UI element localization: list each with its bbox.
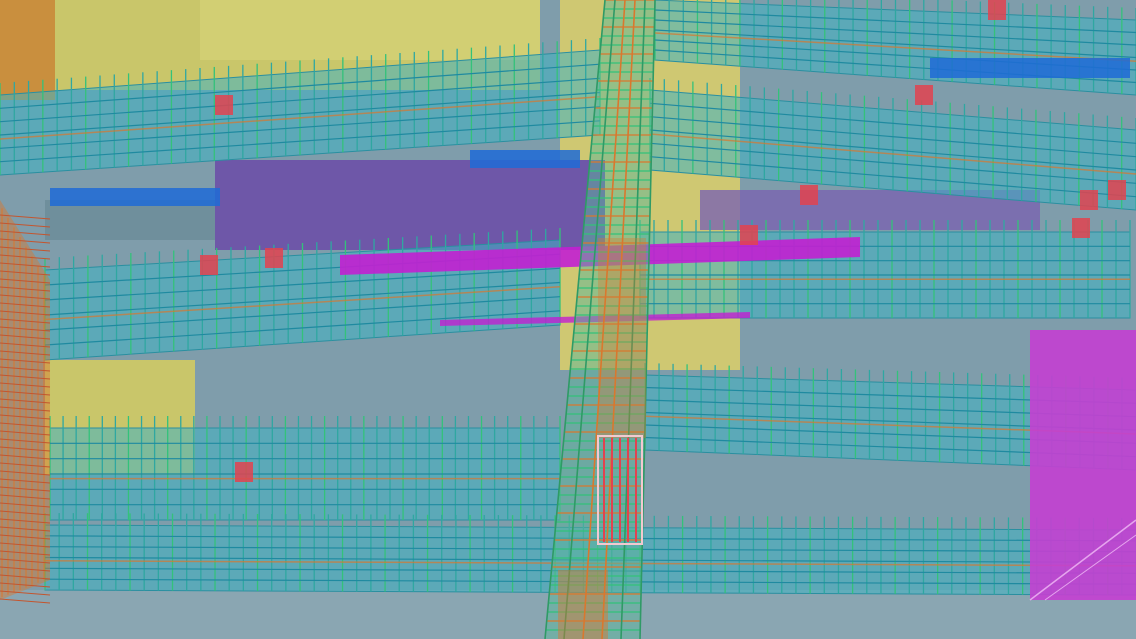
- embed-plate: [1072, 218, 1090, 238]
- column-lap-zone: [598, 238, 646, 438]
- embed-plate: [235, 462, 253, 482]
- blue-strip-center: [470, 150, 580, 168]
- violet-slab-zone: [215, 160, 605, 250]
- yellow-slab-zone-top: [200, 0, 540, 60]
- embed-plate: [740, 225, 758, 245]
- rebar-3d-model-view[interactable]: [0, 0, 1136, 639]
- beam-lower-left[interactable]: [49, 416, 561, 521]
- embed-plate: [1080, 190, 1098, 210]
- embed-plate: [1108, 180, 1126, 200]
- beam-middle-right[interactable]: [639, 220, 1131, 319]
- embed-plate: [988, 0, 1006, 20]
- embed-plate: [215, 95, 233, 115]
- orange-zone-top-left: [0, 0, 55, 100]
- blue-strip-left: [50, 188, 220, 206]
- embed-plate: [200, 255, 218, 275]
- embed-plate: [265, 248, 283, 268]
- embed-plate: [915, 85, 933, 105]
- model-viewport[interactable]: [0, 0, 1136, 639]
- column-base: [558, 570, 608, 639]
- embed-plate: [800, 185, 818, 205]
- blue-strip-top-right: [930, 58, 1130, 78]
